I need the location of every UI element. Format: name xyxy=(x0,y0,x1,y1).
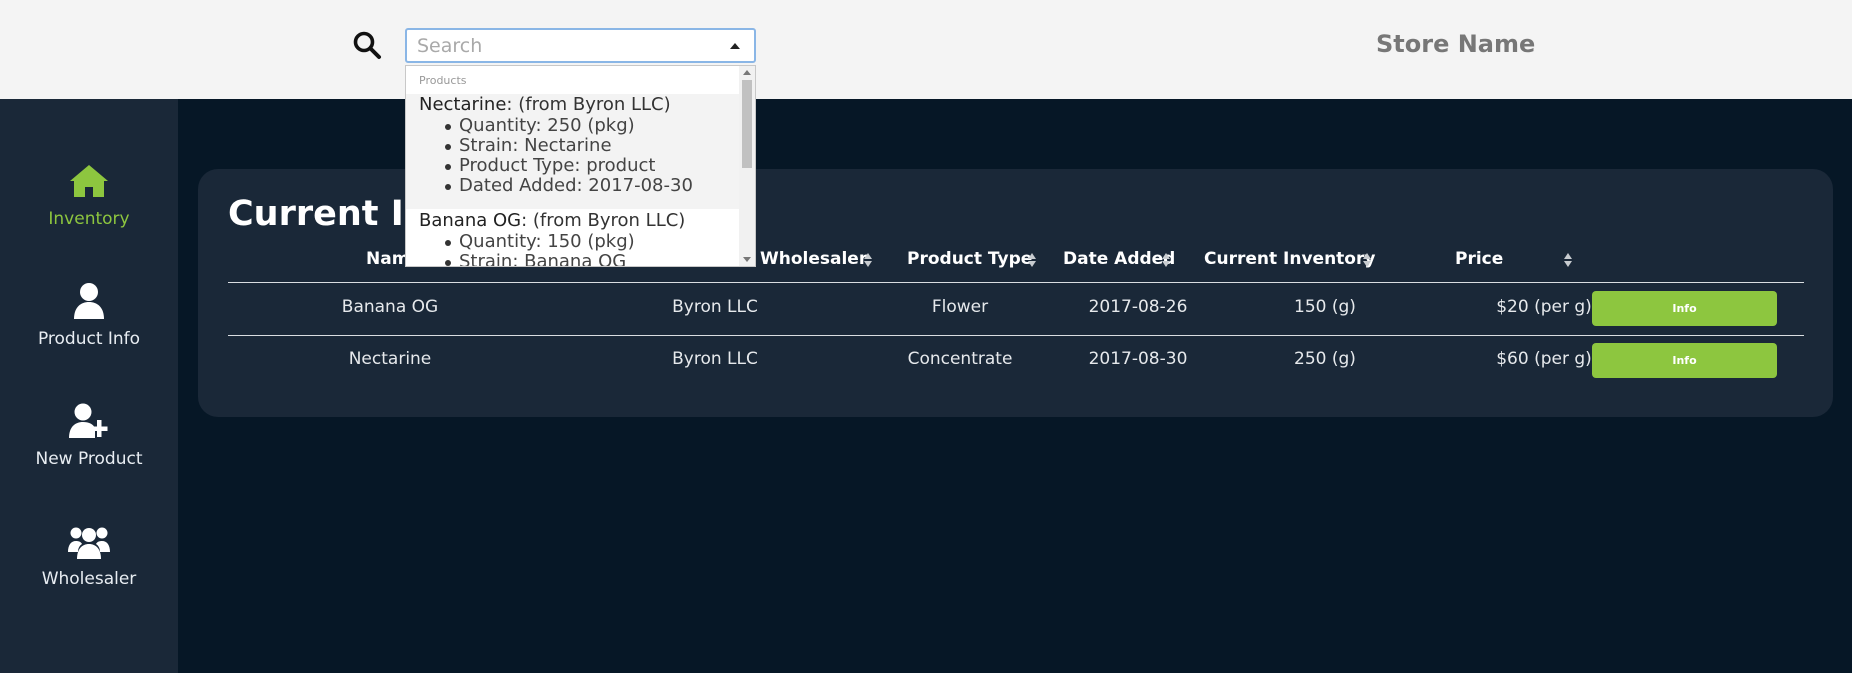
cell-date-added: 2017-08-26 xyxy=(1088,297,1188,317)
info-button[interactable]: Info xyxy=(1592,343,1777,378)
sidebar-item-label: Product Info xyxy=(37,329,141,349)
dropdown-option[interactable]: Banana OG: (from Byron LLC) Quantity: 15… xyxy=(406,210,740,266)
option-title: Nectarine: (from Byron LLC) xyxy=(419,94,740,116)
sort-icon[interactable] xyxy=(1362,253,1372,269)
scroll-down-icon[interactable] xyxy=(743,257,751,262)
top-bar: Store Name xyxy=(0,0,1852,99)
sort-icon[interactable] xyxy=(1563,253,1573,269)
user-plus-icon xyxy=(69,403,108,438)
sidebar-item-new-product[interactable]: New Product xyxy=(0,401,178,501)
dropdown-option[interactable]: Nectarine: (from Byron LLC) Quantity: 25… xyxy=(406,94,740,209)
option-details: Quantity: 250 (pkg) Strain: Nectarine Pr… xyxy=(445,116,740,196)
option-detail: Product Type: product xyxy=(445,156,740,176)
column-header-product-type[interactable]: Product Type xyxy=(907,249,1032,269)
home-icon xyxy=(70,165,108,197)
scroll-up-icon[interactable] xyxy=(743,70,751,75)
sidebar-item-wholesaler[interactable]: Wholesaler xyxy=(0,521,178,621)
option-detail: Quantity: 150 (pkg) xyxy=(445,232,740,252)
sidebar: Inventory Product Info New Product Whole… xyxy=(0,99,178,673)
sidebar-item-label: Inventory xyxy=(48,209,130,229)
search-dropdown[interactable]: Products Nectarine: (from Byron LLC) Qua… xyxy=(405,65,756,267)
column-header-current-inventory[interactable]: Current Inventory xyxy=(1204,249,1375,269)
cell-current-inventory: 150 (g) xyxy=(1294,297,1356,317)
search-icon[interactable] xyxy=(352,30,382,60)
option-source: : (from Byron LLC) xyxy=(521,210,686,231)
table-row: Nectarine Byron LLC Concentrate 2017-08-… xyxy=(228,335,1804,387)
cell-name: Nectarine xyxy=(348,349,432,369)
search-input[interactable] xyxy=(417,34,707,58)
table-row: Banana OG Byron LLC Flower 2017-08-26 15… xyxy=(228,283,1804,335)
user-icon xyxy=(74,283,104,319)
sidebar-item-label: Wholesaler xyxy=(41,569,137,589)
cell-date-added: 2017-08-30 xyxy=(1088,349,1188,369)
sort-icon[interactable] xyxy=(1161,253,1171,269)
cell-wholesaler: Byron LLC xyxy=(672,297,758,317)
option-detail: Strain: Banana OG xyxy=(445,252,740,266)
dropdown-scrollbar[interactable] xyxy=(739,66,755,266)
option-title: Banana OG: (from Byron LLC) xyxy=(419,210,740,232)
sidebar-item-product-info[interactable]: Product Info xyxy=(0,281,178,381)
scrollbar-thumb[interactable] xyxy=(742,80,752,168)
column-header-price[interactable]: Price xyxy=(1455,249,1503,269)
option-details: Quantity: 150 (pkg) Strain: Banana OG xyxy=(445,232,740,266)
users-icon xyxy=(68,527,110,559)
info-button[interactable]: Info xyxy=(1592,291,1777,326)
option-detail: Quantity: 250 (pkg) xyxy=(445,116,740,136)
sidebar-item-inventory[interactable]: Inventory xyxy=(0,161,178,261)
cell-product-type: Flower xyxy=(931,297,989,317)
caret-up-icon[interactable] xyxy=(730,43,740,49)
option-name: Nectarine xyxy=(419,94,507,115)
cell-current-inventory: 250 (g) xyxy=(1294,349,1356,369)
cell-wholesaler: Byron LLC xyxy=(672,349,758,369)
store-name: Store Name xyxy=(1376,30,1536,58)
dropdown-group-label: Products xyxy=(419,74,467,87)
option-name: Banana OG xyxy=(419,210,522,231)
column-header-date-added[interactable]: Date Added xyxy=(1063,249,1175,269)
option-detail: Dated Added: 2017-08-30 xyxy=(445,176,740,196)
cell-name: Banana OG xyxy=(341,297,439,317)
sort-icon[interactable] xyxy=(1027,253,1037,269)
cell-product-type: Concentrate xyxy=(907,349,1013,369)
sidebar-item-label: New Product xyxy=(35,449,143,469)
option-detail: Strain: Nectarine xyxy=(445,136,740,156)
option-source: : (from Byron LLC) xyxy=(506,94,671,115)
search-select[interactable] xyxy=(405,28,756,63)
sort-icon[interactable] xyxy=(863,253,873,269)
column-header-wholesaler[interactable]: Wholesaler xyxy=(760,249,867,269)
